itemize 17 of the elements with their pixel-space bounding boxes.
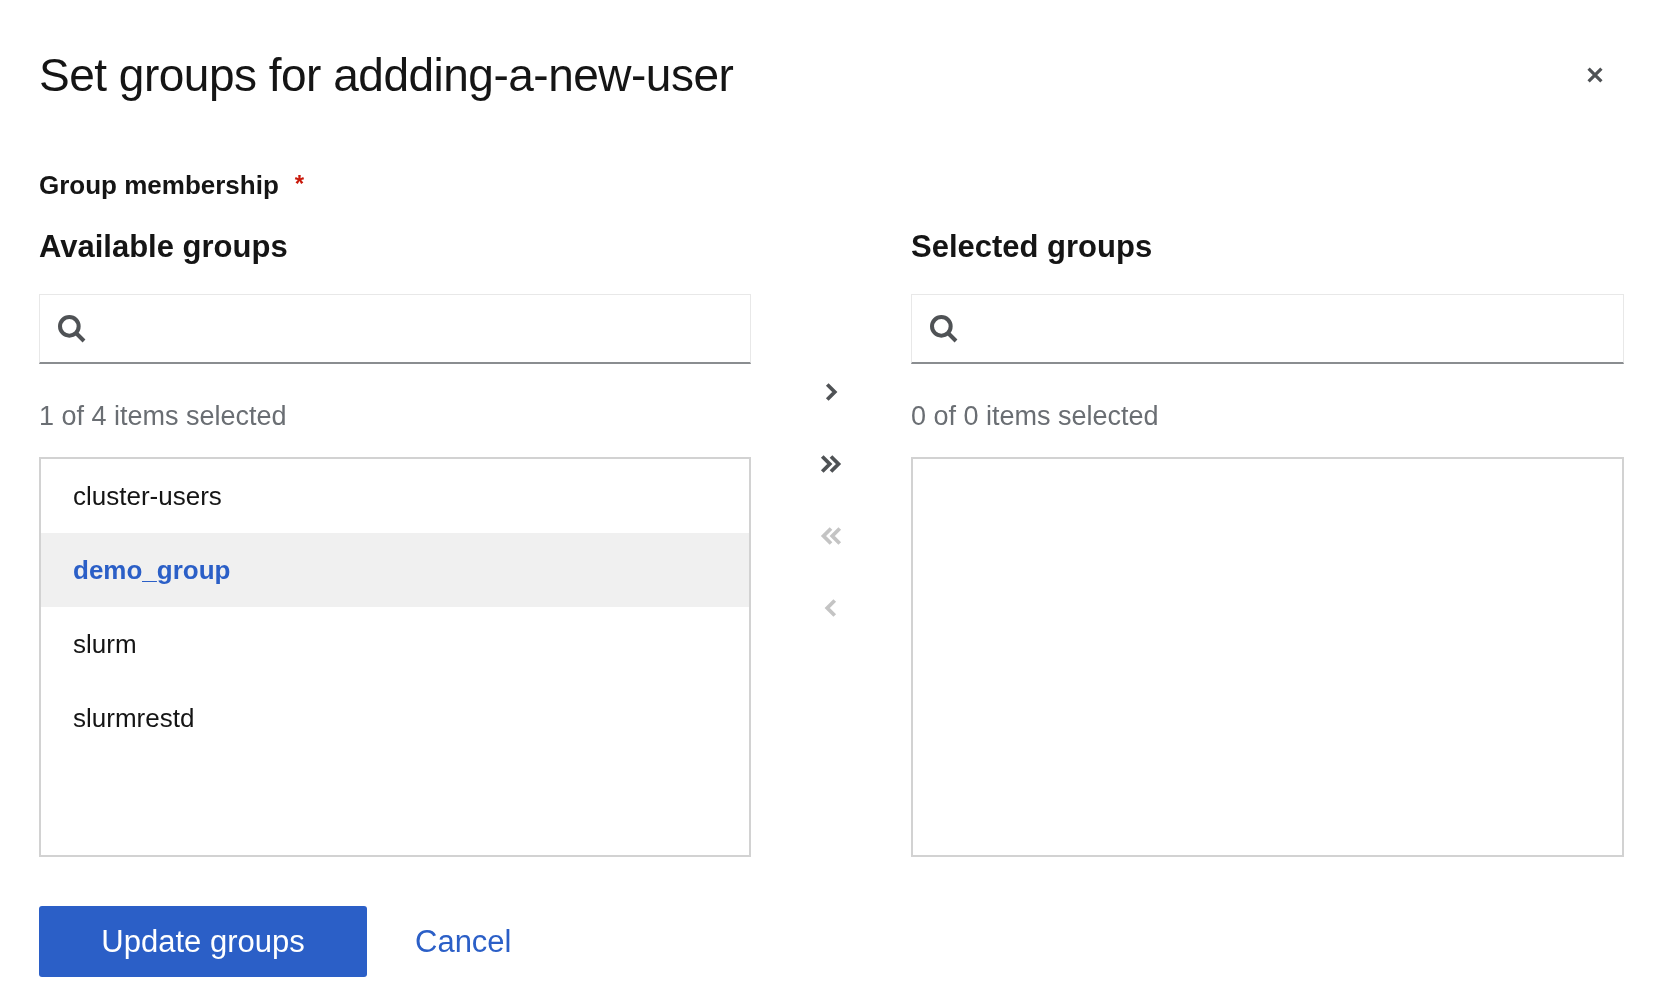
update-button[interactable]: Update groups xyxy=(39,906,367,977)
search-field[interactable] xyxy=(911,294,1624,364)
search-icon xyxy=(56,312,88,345)
search-icon xyxy=(928,312,960,345)
pane-heading: Available groups xyxy=(39,229,289,266)
pane-heading: Selected groups xyxy=(911,229,1154,266)
list-item[interactable]: cluster-users xyxy=(41,459,749,533)
selection-status: 1 of 4 items selected xyxy=(39,401,288,433)
list-item[interactable]: demo_group xyxy=(41,533,749,607)
selection-status: 0 of 0 items selected xyxy=(911,401,1160,433)
search-field[interactable] xyxy=(39,294,751,364)
field-label: Group membership xyxy=(39,170,279,201)
required-mark: * xyxy=(294,170,305,198)
list-item[interactable]: slurmrestd xyxy=(41,681,749,755)
dialog-title: Set groups for addding-a-new-user xyxy=(39,48,734,102)
list-item[interactable]: slurm xyxy=(41,607,749,681)
cancel-link[interactable]: Cancel xyxy=(415,915,512,968)
